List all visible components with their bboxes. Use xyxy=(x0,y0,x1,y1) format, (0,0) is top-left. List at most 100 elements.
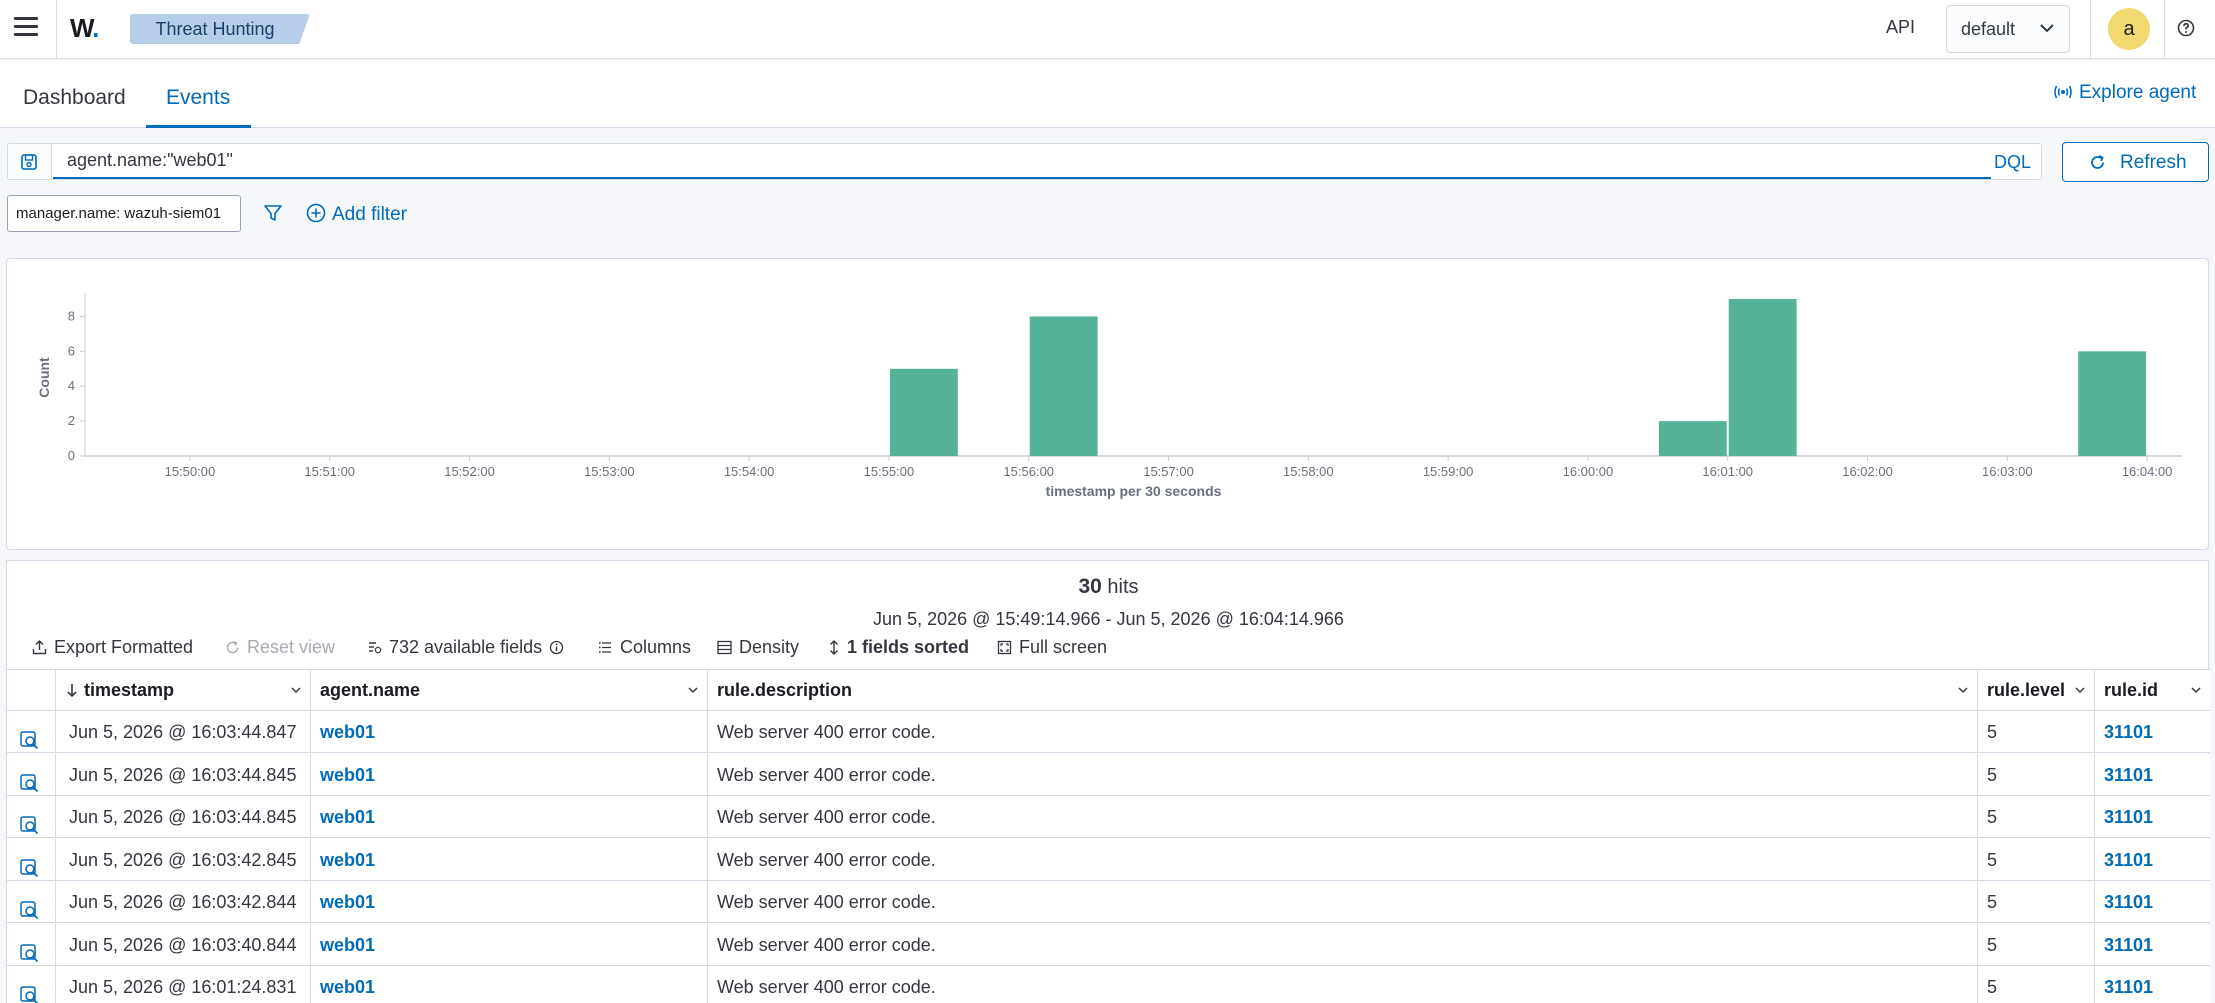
x-tick-label: 15:58:00 xyxy=(1283,464,1334,479)
user-avatar[interactable]: a xyxy=(2108,8,2150,50)
histogram-bar xyxy=(1658,421,1727,456)
y-tick-label: 0 xyxy=(68,448,75,463)
column-header-rule-description[interactable]: rule.description xyxy=(708,670,1978,711)
column-header-agent-name[interactable]: agent.name xyxy=(311,670,708,711)
divider xyxy=(56,0,57,59)
cell-rule-level: 5 xyxy=(1978,838,2095,881)
plus-circle-icon xyxy=(306,203,326,223)
rule-id-link[interactable]: 31101 xyxy=(2104,935,2153,955)
header-control-cell xyxy=(7,670,56,711)
chevron-down-icon[interactable] xyxy=(2190,685,2202,695)
help-icon[interactable] xyxy=(2177,19,2195,37)
refresh-button[interactable]: Refresh xyxy=(2062,142,2209,182)
export-formatted-button[interactable]: Export Formatted xyxy=(32,637,193,658)
chevron-down-icon[interactable] xyxy=(2074,685,2086,695)
chevron-down-icon[interactable] xyxy=(1957,685,1969,695)
x-tick-label: 16:02:00 xyxy=(1842,464,1893,479)
sort-descending-icon xyxy=(67,684,77,698)
column-label: timestamp xyxy=(84,680,175,700)
full-screen-label: Full screen xyxy=(1019,637,1108,657)
cell-rule-level: 5 xyxy=(1978,711,2095,753)
wazuh-logo[interactable]: W. xyxy=(70,13,99,44)
x-tick-label: 15:56:00 xyxy=(1003,464,1054,479)
rule-id-link[interactable]: 31101 xyxy=(2104,892,2153,912)
y-tick-label: 4 xyxy=(68,378,75,393)
cell-rule-id: 31101 xyxy=(2095,711,2210,753)
query-input[interactable] xyxy=(53,144,1991,179)
add-filter-button[interactable]: Add filter xyxy=(306,203,407,226)
agent-link[interactable]: web01 xyxy=(320,722,375,742)
chevron-down-icon[interactable] xyxy=(687,685,699,695)
cell-agent-name: web01 xyxy=(311,838,708,881)
x-tick-label: 15:51:00 xyxy=(304,464,355,479)
agent-link[interactable]: web01 xyxy=(320,892,375,912)
menu-icon[interactable] xyxy=(14,17,38,41)
cell-timestamp: Jun 5, 2026 @ 16:01:24.831 xyxy=(56,966,311,1003)
row-control-cell xyxy=(7,838,56,881)
column-header-timestamp[interactable]: timestamp xyxy=(56,670,311,711)
saved-query-button[interactable] xyxy=(8,144,52,179)
available-fields-button[interactable]: 732 available fields xyxy=(367,637,564,658)
y-axis-title: Count xyxy=(36,357,52,398)
x-tick-label: 16:04:00 xyxy=(2122,464,2173,479)
query-bar: DQL xyxy=(7,143,2042,180)
x-tick-label: 16:03:00 xyxy=(1982,464,2033,479)
rule-id-link[interactable]: 31101 xyxy=(2104,977,2153,997)
columns-button[interactable]: Columns xyxy=(598,637,691,658)
cell-timestamp: Jun 5, 2026 @ 16:03:42.844 xyxy=(56,881,311,923)
agent-link[interactable]: web01 xyxy=(320,850,375,870)
histogram-bar xyxy=(1029,316,1098,456)
tab-events[interactable]: Events xyxy=(166,86,230,110)
chevron-down-icon[interactable] xyxy=(290,685,302,695)
agent-link[interactable]: web01 xyxy=(320,935,375,955)
chevron-down-icon xyxy=(2040,24,2054,33)
column-label: rule.description xyxy=(717,680,853,700)
histogram-chart: 0 2 4 6 8 15:50:00 15:51:00 15:52:00 15:53:00 15:… xyxy=(36,293,2182,499)
time-range: Jun 5, 2026 @ 15:49:14.966 - Jun 5, 2026… xyxy=(873,609,1344,629)
filter-icon[interactable] xyxy=(263,203,283,223)
explore-agent-button[interactable]: Explore agent xyxy=(2053,82,2196,104)
tab-dashboard[interactable]: Dashboard xyxy=(23,86,126,110)
row-control-cell xyxy=(7,923,56,966)
full-screen-button[interactable]: Full screen xyxy=(997,637,1107,658)
table-row: Jun 5, 2026 @ 16:03:44.845 web01 Web serve… xyxy=(7,796,2210,838)
breadcrumb-label: Threat Hunting xyxy=(155,19,275,39)
x-axis-title: timestamp per 30 seconds xyxy=(1046,483,1222,499)
inspect-document-icon[interactable] xyxy=(19,978,39,1003)
table-row: Jun 5, 2026 @ 16:03:42.845 web01 Web serve… xyxy=(7,838,2210,881)
x-tick-label: 15:52:00 xyxy=(444,464,495,479)
row-control-cell xyxy=(7,881,56,923)
histogram-bar xyxy=(1728,299,1797,456)
rule-id-link[interactable]: 31101 xyxy=(2104,807,2153,827)
table-density-icon xyxy=(717,640,732,655)
column-header-rule-level[interactable]: rule.level xyxy=(1978,670,2095,711)
query-language-button[interactable]: DQL xyxy=(1994,152,2031,173)
column-header-rule-id[interactable]: rule.id xyxy=(2095,670,2210,711)
density-button[interactable]: Density xyxy=(717,637,799,658)
reset-view-button[interactable]: Reset view xyxy=(225,637,335,658)
sorted-label: 1 fields sorted xyxy=(847,637,970,657)
available-fields-label: 732 available fields xyxy=(389,637,543,657)
cell-rule-id: 31101 xyxy=(2095,881,2210,923)
agent-link[interactable]: web01 xyxy=(320,765,375,785)
cell-rule-level: 5 xyxy=(1978,923,2095,966)
x-tick-label: 15:59:00 xyxy=(1423,464,1474,479)
x-tick-label: 15:53:00 xyxy=(584,464,635,479)
agent-link[interactable]: web01 xyxy=(320,977,375,997)
y-tick-label: 2 xyxy=(68,413,75,428)
export-icon xyxy=(32,640,47,655)
sort-fields-button[interactable]: 1 fields sorted xyxy=(828,637,969,658)
rule-id-link[interactable]: 31101 xyxy=(2104,765,2153,785)
cell-rule-description: Web server 400 error code. xyxy=(708,711,1978,753)
filter-pill[interactable]: manager.name: wazuh-siem01 xyxy=(7,195,241,232)
sort-icon xyxy=(830,640,838,655)
index-pattern-select[interactable]: default xyxy=(1946,5,2070,53)
rule-id-link[interactable]: 31101 xyxy=(2104,850,2153,870)
breadcrumb[interactable]: Threat Hunting xyxy=(130,14,310,44)
api-link[interactable]: API xyxy=(1886,17,1915,38)
broadcast-icon xyxy=(2054,85,2072,99)
agent-link[interactable]: web01 xyxy=(320,807,375,827)
rule-id-link[interactable]: 31101 xyxy=(2104,722,2153,742)
x-tick-label: 16:01:00 xyxy=(1702,464,1753,479)
cell-rule-id: 31101 xyxy=(2095,796,2210,838)
